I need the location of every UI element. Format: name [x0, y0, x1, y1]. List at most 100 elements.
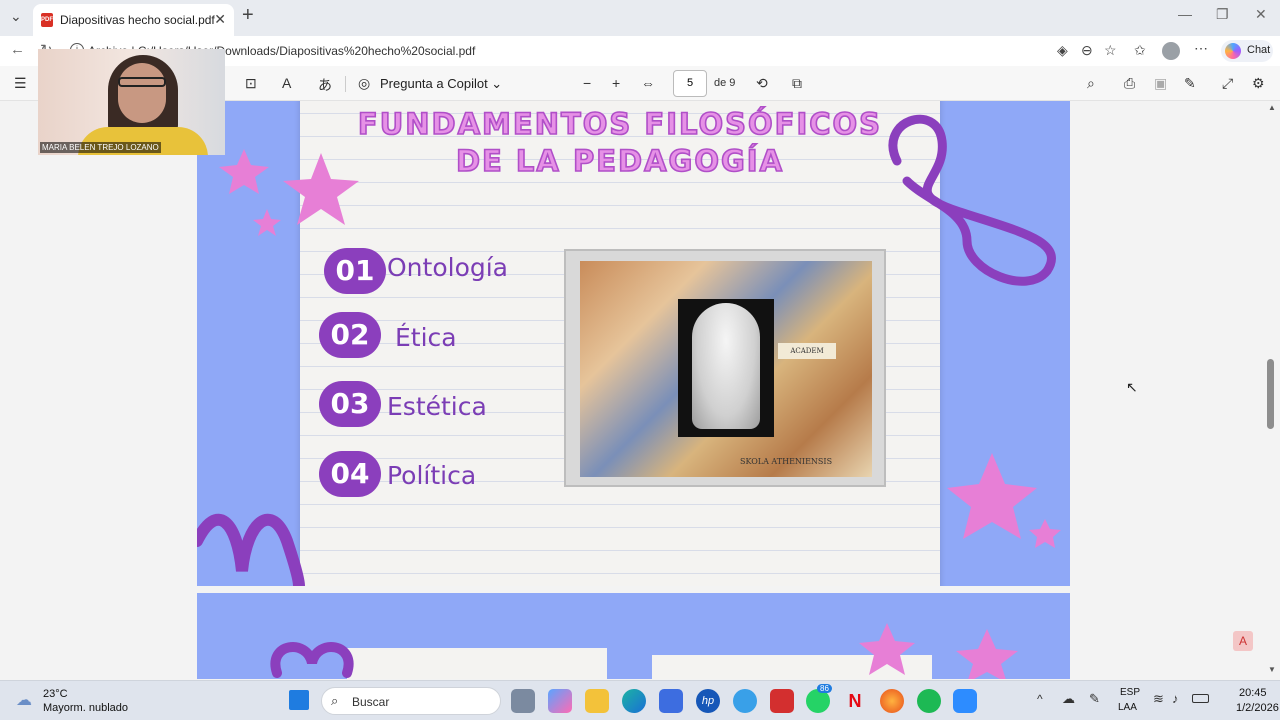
battery-icon[interactable]	[1192, 694, 1209, 703]
back-arrow-icon[interactable]: ←	[10, 41, 25, 58]
save-as-icon[interactable]: ✎	[1184, 75, 1196, 92]
window-close-icon[interactable]: ✕	[1255, 6, 1267, 23]
participant-name-label: MARIA BELEN TREJO LOZANO	[40, 142, 161, 153]
task-view-icon[interactable]	[511, 689, 535, 713]
page-number-input[interactable]: 5	[673, 70, 707, 97]
file-explorer-icon[interactable]	[585, 689, 609, 713]
more-options-icon[interactable]: ⋯	[1194, 40, 1208, 57]
two-page-view-icon[interactable]: ⧉	[792, 75, 802, 92]
zoom-out-icon[interactable]: −	[583, 75, 591, 91]
rotate-icon[interactable]: ⟲	[756, 75, 768, 92]
star-decoration-1	[219, 149, 269, 194]
netflix-icon[interactable]: N	[843, 689, 867, 713]
star-decoration-4	[947, 453, 1037, 539]
slide2-decorations	[270, 623, 1018, 679]
aristotle-bust-image	[678, 299, 774, 437]
text-size-icon[interactable]: A	[282, 75, 291, 91]
clock-time[interactable]: 20:45	[1239, 687, 1267, 699]
item-number-1: 01	[324, 248, 386, 294]
heart-squiggle-decoration	[270, 642, 354, 678]
fit-width-icon[interactable]: ⇔	[641, 75, 655, 91]
zoom-icon[interactable]: ⊖	[1081, 42, 1093, 59]
settings-gear-icon[interactable]: ⚙	[1252, 75, 1265, 92]
address-bar[interactable]: i Archivo | C:/Users/User/Downloads/Diap…	[62, 38, 1152, 64]
page-total: de 9	[714, 77, 736, 89]
tray-pen-icon[interactable]: ✎	[1089, 691, 1100, 707]
windows-start-icon[interactable]	[289, 690, 309, 710]
copilot-app-icon[interactable]	[548, 689, 572, 713]
close-tab-icon[interactable]: ✕	[214, 11, 226, 28]
taskbar-search-box[interactable]: ⌕ Buscar	[321, 687, 501, 715]
bust-figure	[692, 303, 760, 429]
search-icon[interactable]: ⌕	[1087, 75, 1095, 92]
pdf-file-icon: PDF	[41, 13, 53, 27]
philosophy-image-frame: ACADEM SKOLA ATHENIENSIS	[564, 249, 886, 487]
item-label-ontologia: Ontología	[387, 253, 508, 282]
profile-avatar-icon[interactable]	[1162, 42, 1180, 60]
taskbar-search-icon: ⌕	[331, 693, 339, 708]
hp-app-icon[interactable]: hp	[696, 689, 720, 713]
microsoft-store-icon[interactable]	[659, 689, 683, 713]
item-label-estetica: Estética	[387, 392, 487, 421]
copilot-icon[interactable]: ◎	[358, 75, 370, 92]
weather-description[interactable]: Mayorm. nublado	[43, 702, 128, 714]
slide-title-line-2: DE LA PEDAGOGÍA	[455, 143, 785, 179]
translate-icon[interactable]: あ	[318, 75, 332, 95]
wifi-icon[interactable]: ≋	[1153, 691, 1164, 707]
show-hidden-icons-chevron-icon[interactable]: ^	[1037, 692, 1043, 706]
search-placeholder: Buscar	[352, 695, 390, 709]
input-layout[interactable]: LAA	[1118, 702, 1137, 713]
input-language[interactable]: ESP	[1120, 687, 1140, 698]
contents-list-icon[interactable]: ☰	[14, 75, 27, 92]
favorite-star-icon[interactable]: ☆	[1104, 42, 1117, 59]
star-decoration-5	[1029, 519, 1061, 548]
weather-temperature[interactable]: 23°C	[43, 688, 68, 700]
scrollbar-thumb[interactable]	[1267, 359, 1274, 429]
favorites-list-icon[interactable]: ✩	[1134, 42, 1146, 59]
page-view-icon[interactable]: ⊡	[245, 75, 257, 92]
school-of-athens-image: ACADEM SKOLA ATHENIENSIS	[580, 261, 872, 477]
weather-cloud-icon[interactable]: ☁	[16, 690, 32, 710]
item-label-etica: Ética	[395, 323, 457, 352]
toolbar-divider	[345, 76, 346, 92]
new-tab-plus-icon[interactable]: +	[242, 4, 254, 27]
firefox-icon[interactable]	[880, 689, 904, 713]
ask-copilot-button[interactable]: Pregunta a Copilot ⌄	[380, 76, 502, 92]
participant-face	[118, 63, 166, 123]
spotify-icon[interactable]	[917, 689, 941, 713]
tray-app-icon[interactable]: ☁	[1062, 691, 1075, 707]
chat-label: Chat	[1247, 44, 1271, 56]
fullscreen-icon[interactable]: ⤢	[1222, 75, 1233, 92]
read-aloud-icon[interactable]: ◈	[1057, 42, 1068, 59]
tab-title: Diapositivas hecho social.pdf	[60, 13, 215, 27]
mcafee-icon[interactable]	[770, 689, 794, 713]
item-number-3: 03	[319, 381, 381, 427]
print-icon[interactable]: ⎙	[1124, 75, 1135, 92]
vertical-scrollbar[interactable]: ▲ ▼	[1265, 101, 1280, 679]
pdf-document-area[interactable]: FUNDAMENTOS FILOSÓFICOS DE LA PEDAGOGÍA …	[0, 101, 1265, 679]
scroll-up-arrow-icon[interactable]: ▲	[1268, 103, 1276, 112]
minimize-icon[interactable]: —	[1178, 6, 1192, 22]
webcam-video-overlay[interactable]: MARIA BELEN TREJO LOZANO	[38, 49, 225, 155]
help-app-icon[interactable]	[733, 689, 757, 713]
zoom-in-icon[interactable]: +	[612, 75, 620, 91]
edge-browser-icon[interactable]	[622, 689, 646, 713]
scroll-down-arrow-icon[interactable]: ▼	[1268, 665, 1276, 674]
tab-strip: ⌄ PDF Diapositivas hecho social.pdf ✕ + …	[0, 0, 1280, 36]
copilot-chat-button[interactable]: Chat	[1221, 40, 1273, 62]
restore-icon[interactable]: ❐	[1216, 6, 1229, 23]
save-icon[interactable]: ▣	[1154, 75, 1167, 92]
squiggle-decoration-2	[197, 513, 305, 586]
tab-active-pdf[interactable]: PDF Diapositivas hecho social.pdf ✕	[33, 4, 234, 36]
academy-sign: ACADEM	[778, 343, 836, 359]
item-label-politica: Política	[387, 461, 477, 490]
item-number-4: 04	[319, 451, 381, 497]
item-number-2: 02	[319, 312, 381, 358]
slide-page-6-preview	[197, 593, 1070, 679]
tab-menu-chevron-icon[interactable]: ⌄	[10, 8, 22, 25]
clock-date[interactable]: 1/2/2026	[1236, 702, 1279, 714]
zoom-app-icon[interactable]	[953, 689, 977, 713]
acrobat-icon[interactable]: A	[1233, 631, 1253, 651]
volume-icon[interactable]: ♪	[1172, 691, 1179, 706]
star-decoration-3	[253, 209, 281, 236]
